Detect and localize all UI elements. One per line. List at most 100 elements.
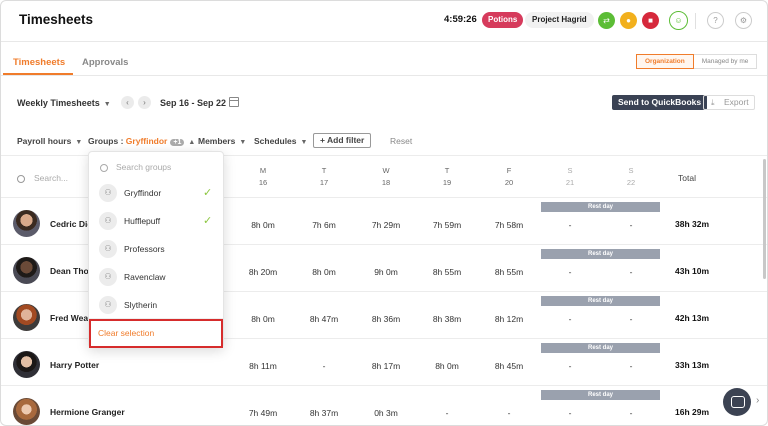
organization-toggle[interactable]: Organization: [636, 54, 694, 69]
time-cell[interactable]: -: [540, 361, 600, 371]
employee-search-input[interactable]: Search...: [17, 173, 68, 183]
row-total: 16h 29m: [675, 407, 710, 417]
time-cell[interactable]: 8h 12m: [479, 314, 539, 324]
time-cell[interactable]: 8h 55m: [417, 267, 477, 277]
rest-day-band: Rest day: [541, 202, 660, 212]
plus-icon: +: [320, 135, 328, 145]
chevron-down-icon: ▼: [75, 139, 83, 146]
time-cell[interactable]: -: [540, 314, 600, 324]
employee-name[interactable]: Dean Thor: [50, 266, 92, 276]
group-option-ravenclaw[interactable]: ⚇ Ravenclaw: [89, 263, 223, 291]
groups-selected-value: Gryffindor: [125, 136, 168, 146]
group-icon: ⚇: [99, 184, 117, 202]
reset-button[interactable]: Reset: [390, 136, 412, 146]
time-cell[interactable]: 7h 6m: [294, 220, 354, 230]
time-cell[interactable]: -: [601, 267, 661, 277]
date-range[interactable]: Sep 16 - Sep 22: [160, 98, 226, 108]
export-label: Export: [724, 97, 749, 107]
managed-by-me-toggle[interactable]: Managed by me: [693, 54, 758, 69]
schedules-filter[interactable]: Schedules ▼: [254, 136, 307, 146]
members-filter[interactable]: Members ▼: [198, 136, 246, 146]
time-cell[interactable]: 8h 55m: [479, 267, 539, 277]
time-cell[interactable]: 7h 59m: [417, 220, 477, 230]
settings-icon[interactable]: ⚙: [735, 12, 752, 29]
chevron-down-icon: ▼: [300, 139, 308, 146]
time-cell[interactable]: 9h 0m: [356, 267, 416, 277]
time-cell[interactable]: -: [601, 361, 661, 371]
add-filter-button[interactable]: + Add filter: [313, 133, 372, 148]
day-header: S 22: [611, 165, 651, 189]
help-icon[interactable]: ?: [707, 12, 724, 29]
employee-name[interactable]: Cedric Dig: [50, 219, 93, 229]
time-cell[interactable]: 8h 0m: [233, 314, 293, 324]
time-cell[interactable]: 7h 49m: [233, 408, 293, 418]
group-option-label: Professors: [124, 244, 165, 254]
check-icon: ✓: [203, 215, 213, 227]
time-cell[interactable]: -: [601, 220, 661, 230]
row-total: 43h 10m: [675, 266, 710, 276]
time-cell[interactable]: 8h 17m: [356, 361, 416, 371]
time-cell[interactable]: 8h 11m: [233, 361, 293, 371]
calendar-icon[interactable]: [229, 97, 239, 107]
time-cell[interactable]: 7h 58m: [479, 220, 539, 230]
time-cell[interactable]: -: [601, 314, 661, 324]
export-button[interactable]: ⤓ Export: [703, 95, 755, 110]
time-cell[interactable]: 8h 0m: [233, 220, 293, 230]
time-cell[interactable]: 8h 47m: [294, 314, 354, 324]
schedules-label: Schedules: [254, 136, 297, 146]
avatar: [13, 398, 40, 425]
payroll-hours-filter[interactable]: Payroll hours ▼: [17, 136, 82, 146]
chat-icon[interactable]: [723, 388, 751, 416]
page-title: Timesheets: [19, 12, 94, 27]
time-cell[interactable]: -: [479, 408, 539, 418]
group-search-input[interactable]: Search groups: [100, 162, 171, 172]
time-cell[interactable]: -: [417, 408, 477, 418]
top-bar: Timesheets 4:59:26 Potions Project Hagri…: [1, 1, 767, 41]
project-badge[interactable]: Project Hagrid: [525, 12, 594, 28]
groups-filter[interactable]: Groups : Gryffindor +1 ▲: [88, 136, 195, 146]
time-cell[interactable]: -: [540, 408, 600, 418]
time-cell[interactable]: -: [540, 267, 600, 277]
day-header: W 18: [366, 165, 406, 189]
day-of-week: S: [628, 166, 634, 175]
switch-icon[interactable]: ⇄: [598, 12, 615, 29]
employee-name[interactable]: Hermione Granger: [50, 407, 125, 417]
time-cell[interactable]: 8h 0m: [294, 267, 354, 277]
stop-icon[interactable]: ■: [642, 12, 659, 29]
time-cell[interactable]: 7h 29m: [356, 220, 416, 230]
time-cell[interactable]: 8h 45m: [479, 361, 539, 371]
time-cell[interactable]: -: [294, 361, 354, 371]
members-label: Members: [198, 136, 236, 146]
download-icon: ⤓: [711, 98, 715, 107]
tab-approvals[interactable]: Approvals: [82, 57, 128, 68]
group-option-professors[interactable]: ⚇ Professors: [89, 235, 223, 263]
view-selector[interactable]: Weekly Timesheets ▼: [17, 98, 111, 108]
chevron-right-icon[interactable]: ›: [756, 395, 759, 406]
group-option-slytherin[interactable]: ⚇ Slytherin: [89, 291, 223, 319]
timer-display: 4:59:26: [444, 14, 477, 25]
time-cell[interactable]: -: [540, 220, 600, 230]
time-cell[interactable]: 8h 38m: [417, 314, 477, 324]
day-header: T 19: [427, 165, 467, 189]
next-week-button[interactable]: ›: [138, 96, 151, 109]
row-total: 42h 13m: [675, 313, 710, 323]
time-cell[interactable]: 8h 0m: [417, 361, 477, 371]
time-cell[interactable]: 0h 3m: [356, 408, 416, 418]
time-cell[interactable]: -: [601, 408, 661, 418]
user-icon[interactable]: ☺: [669, 11, 688, 30]
previous-week-button[interactable]: ‹: [121, 96, 134, 109]
vertical-scrollbar[interactable]: [763, 159, 766, 279]
time-cell[interactable]: 8h 36m: [356, 314, 416, 324]
group-option-gryffindor[interactable]: ⚇ Gryffindor ✓: [89, 179, 223, 207]
time-cell[interactable]: 8h 37m: [294, 408, 354, 418]
break-icon[interactable]: ●: [620, 12, 637, 29]
tab-timesheets[interactable]: Timesheets: [13, 57, 65, 68]
time-cell[interactable]: 8h 20m: [233, 267, 293, 277]
employee-name[interactable]: Fred Weas: [50, 313, 93, 323]
activity-badge[interactable]: Potions: [482, 12, 524, 28]
employee-name[interactable]: Harry Potter: [50, 360, 99, 370]
send-to-quickbooks-button[interactable]: Send to QuickBooks: [612, 95, 708, 110]
search-icon: [17, 174, 25, 183]
group-option-hufflepuff[interactable]: ⚇ Hufflepuff ✓: [89, 207, 223, 235]
day-number: 22: [626, 178, 636, 187]
